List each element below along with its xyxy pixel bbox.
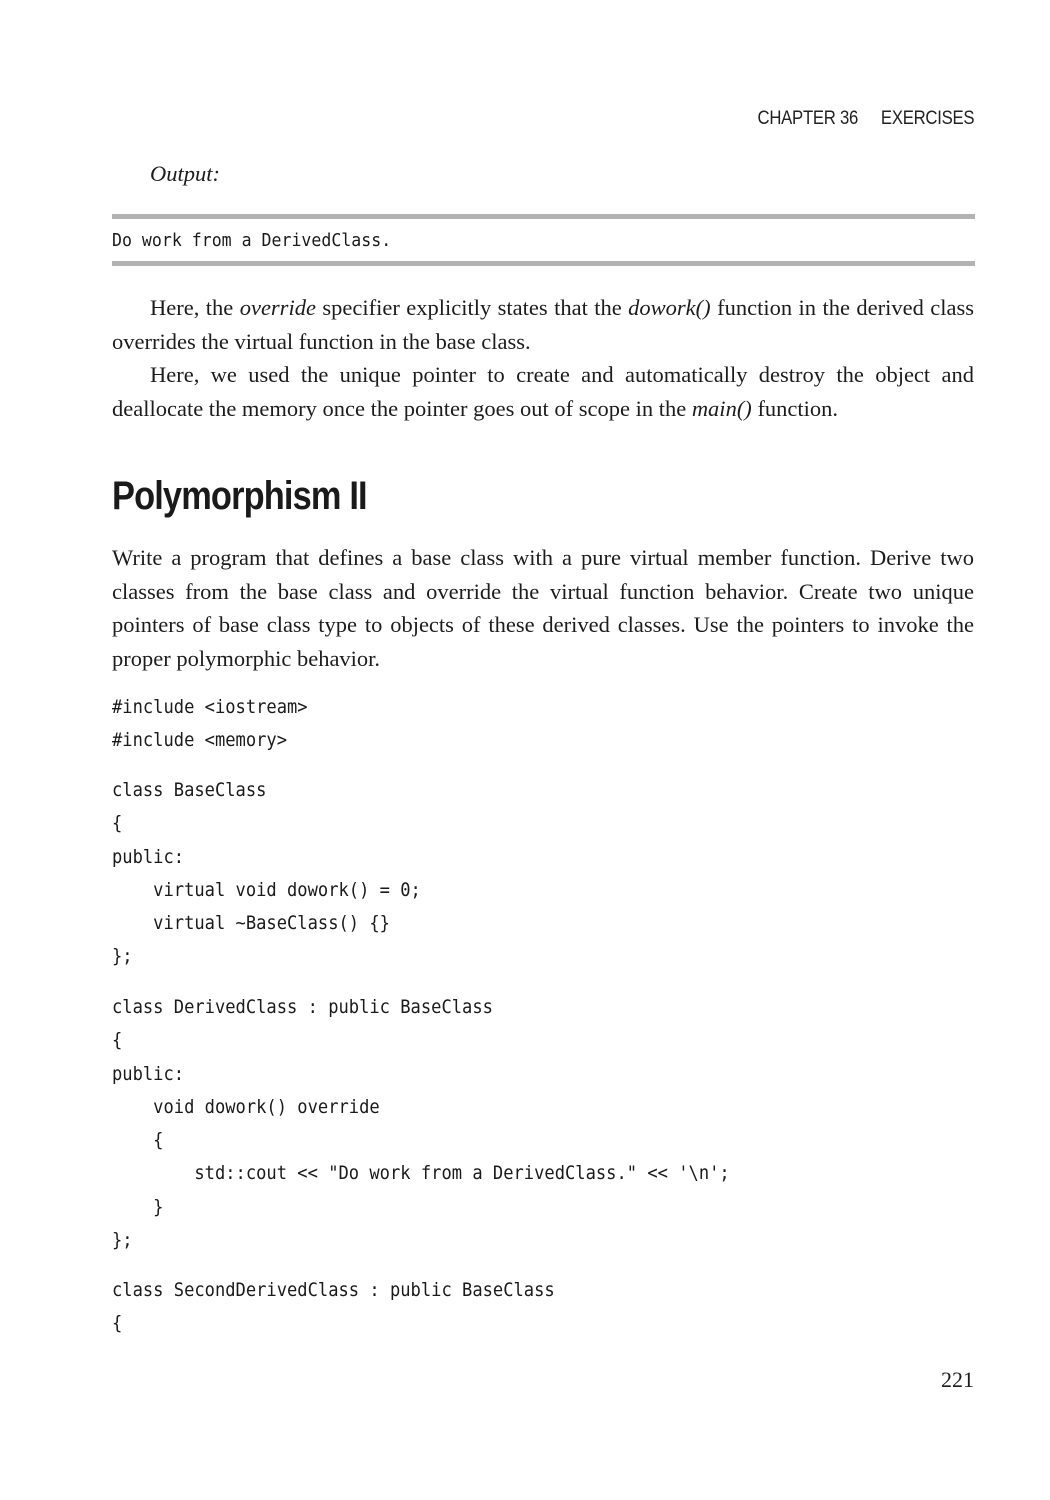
code-line: class BaseClass: [112, 779, 267, 801]
output-label: Output:: [150, 161, 220, 186]
code-line: };: [112, 1229, 133, 1252]
code-line: virtual ~BaseClass() {}: [112, 912, 390, 935]
output-box: Do work from a DerivedClass.: [112, 214, 975, 266]
paragraph-override-explanation: Here, the override specifier explicitly …: [112, 291, 974, 358]
chapter-title: EXERCISES: [880, 108, 975, 129]
page-number: 221: [941, 1367, 974, 1392]
emphasis-main: main(): [691, 395, 752, 421]
code-line: class SecondDerivedClass : public BaseCl…: [112, 1279, 555, 1301]
text-span: Here, the: [150, 295, 240, 320]
code-block-derived-class: class DerivedClass : public BaseClass { pu…: [112, 991, 730, 1257]
running-head: CHAPTER 36 EXERCISES: [757, 108, 974, 130]
output-text: Do work from a DerivedClass.: [112, 230, 392, 251]
code-line: };: [112, 945, 133, 968]
code-line: {: [112, 1129, 164, 1152]
code-line: #include <iostream>: [112, 696, 308, 718]
section-heading: Polymorphism II: [112, 474, 368, 518]
code-line: #include <memory>: [112, 729, 288, 752]
code-block-includes: #include <iostream> #include <memory>: [112, 691, 308, 758]
exercise-description: Write a program that defines a base clas…: [112, 545, 974, 671]
code-block-second-derived-class: class SecondDerivedClass : public BaseCl…: [112, 1274, 555, 1341]
text-span: Here, we used the unique pointer to crea…: [112, 362, 974, 421]
emphasis-dowork: dowork(): [628, 295, 711, 320]
code-line: class DerivedClass : public BaseClass: [112, 996, 493, 1018]
code-line: {: [112, 812, 123, 835]
text-span: specifier explicitly states that the: [315, 295, 629, 320]
code-line: std::cout << "Do work from a DerivedClas…: [112, 1162, 730, 1185]
code-line: public:: [112, 845, 185, 868]
code-line: {: [112, 1029, 123, 1052]
chapter-label: CHAPTER 36: [757, 108, 858, 129]
code-line: }: [112, 1195, 164, 1218]
code-block-base-class: class BaseClass { public: virtual void dow…: [112, 774, 421, 974]
text-span: function.: [751, 395, 839, 421]
code-line: virtual void dowork() = 0;: [112, 878, 421, 901]
code-line: public:: [112, 1062, 185, 1085]
code-line: void dowork() override: [112, 1095, 380, 1118]
emphasis-override: override: [239, 295, 316, 320]
paragraph-unique-pointer: Here, we used the unique pointer to crea…: [112, 358, 974, 425]
code-line: {: [112, 1312, 123, 1335]
